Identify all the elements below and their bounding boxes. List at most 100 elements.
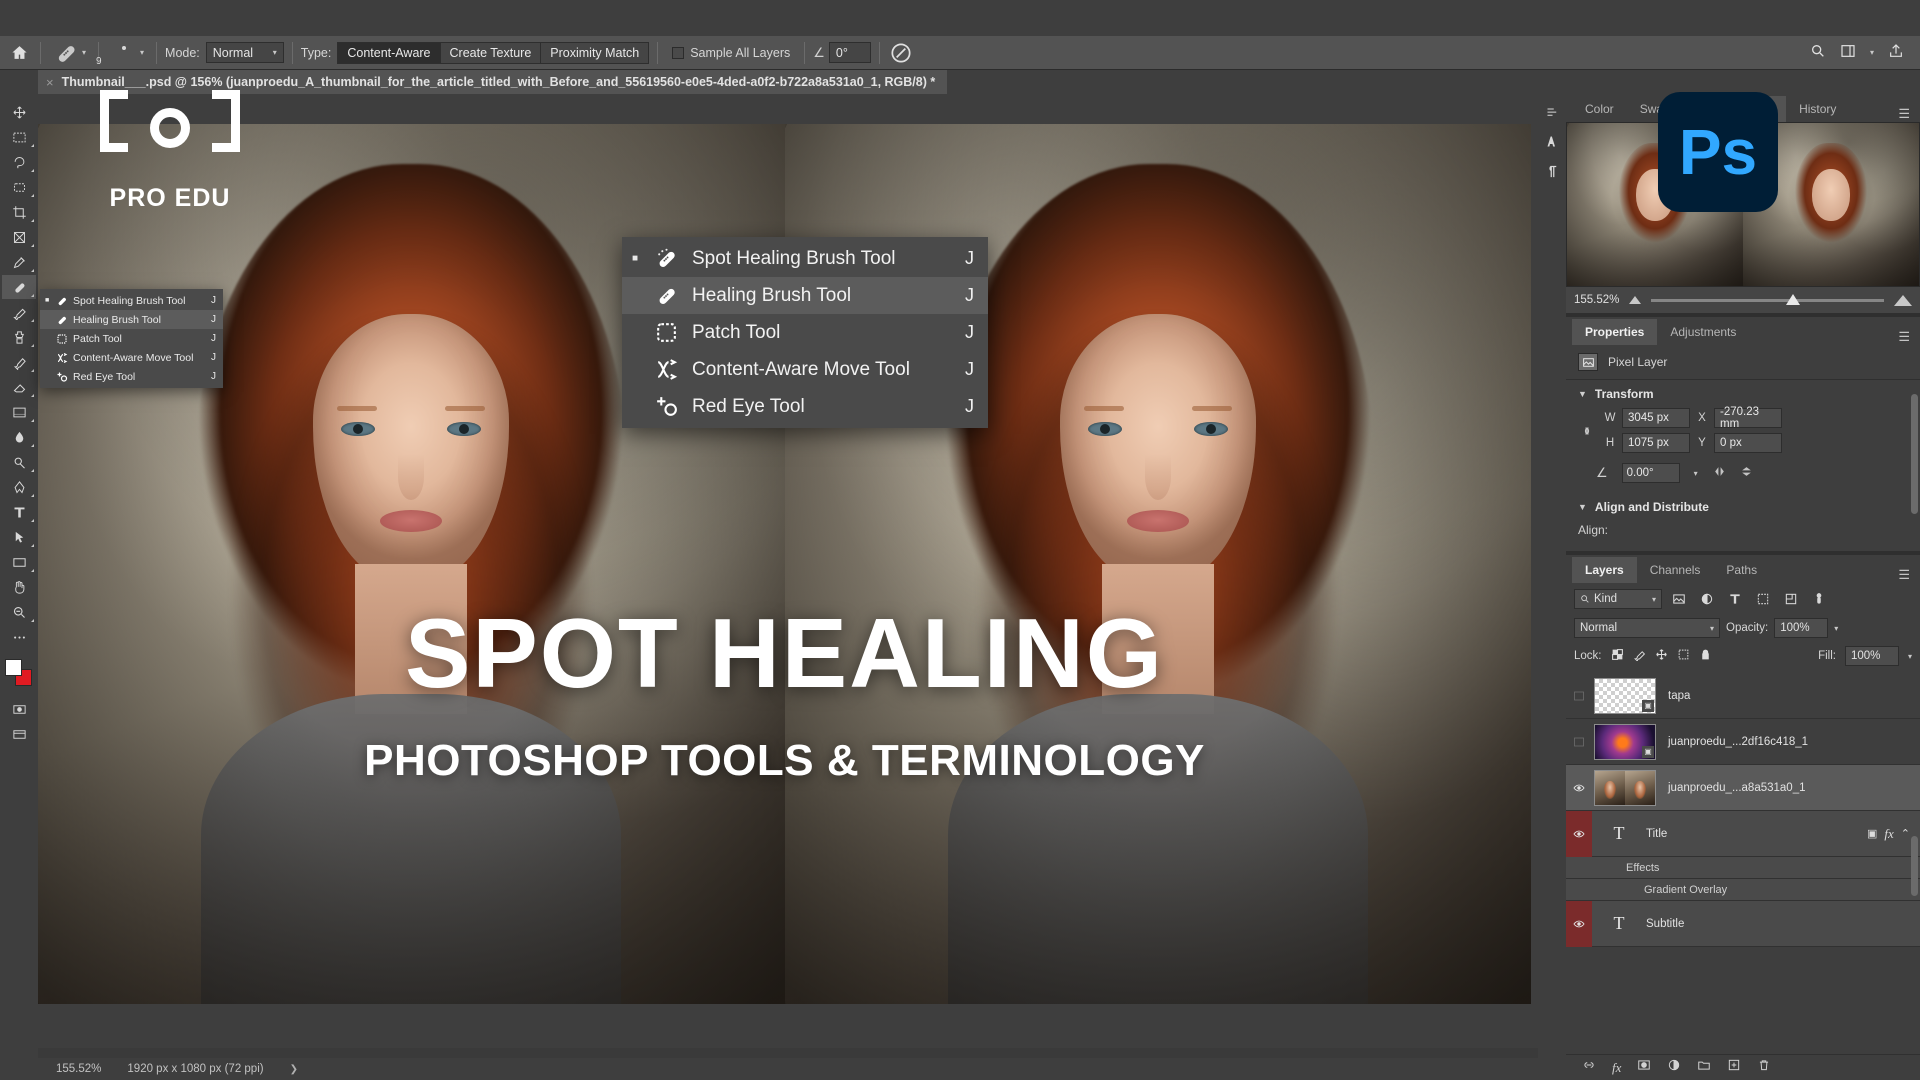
y-input[interactable]: 0 px	[1714, 433, 1782, 453]
character-panel-icon[interactable]	[1540, 130, 1564, 152]
menu-item-red-eye-tool[interactable]: Red Eye Tool J	[622, 388, 988, 425]
flip-vertical-icon[interactable]	[1739, 465, 1754, 481]
tab-adjustments[interactable]: Adjustments	[1657, 319, 1749, 345]
fx-icon[interactable]: fx	[1884, 826, 1893, 842]
layer-thumbnail[interactable]: ▣	[1594, 678, 1656, 714]
chevron-right-icon[interactable]: ❯	[290, 1064, 298, 1075]
new-group-icon[interactable]	[1697, 1058, 1711, 1077]
type-option-content-aware[interactable]: Content-Aware	[337, 42, 439, 64]
add-mask-icon[interactable]	[1637, 1058, 1651, 1077]
toolbar-menu-item-healing-brush-tool[interactable]: Healing Brush Tool J	[40, 310, 223, 329]
brush-size-picker[interactable]: ▾	[107, 41, 148, 65]
effects-group-label[interactable]: Effects	[1566, 857, 1920, 879]
effect-item[interactable]: Gradient Overlay	[1566, 879, 1920, 901]
edit-toolbar-button[interactable]	[2, 625, 36, 649]
tab-paths[interactable]: Paths	[1713, 557, 1770, 583]
table-row[interactable]: juanproedu_...a8a531a0_1	[1566, 765, 1920, 811]
layer-blend-mode-select[interactable]: Normal ▾	[1574, 618, 1720, 638]
lock-all-icon[interactable]	[1699, 648, 1712, 664]
panel-menu-icon[interactable]: ☰	[1898, 567, 1920, 583]
zoom-slider[interactable]	[1651, 299, 1884, 302]
flip-horizontal-icon[interactable]	[1712, 465, 1727, 481]
sidebar-item-blur-tool[interactable]	[2, 425, 36, 449]
w-input[interactable]: 3045 px	[1622, 408, 1690, 428]
zoom-slider-handle[interactable]	[1786, 294, 1800, 305]
layer-name[interactable]: Title	[1646, 828, 1867, 840]
sidebar-item-clone-stamp-tool[interactable]	[2, 325, 36, 349]
layer-name[interactable]: juanproedu_...a8a531a0_1	[1668, 782, 1920, 794]
x-input[interactable]: -270.23 mm	[1714, 408, 1782, 428]
filter-adjustment-icon[interactable]	[1696, 589, 1718, 609]
sidebar-item-zoom-tool[interactable]	[2, 600, 36, 624]
sidebar-item-marquee-tool[interactable]	[2, 125, 36, 149]
filter-kind-select[interactable]: Kind ▾	[1574, 589, 1662, 609]
filter-smart-object-icon[interactable]	[1780, 589, 1802, 609]
sidebar-item-brush-tool[interactable]	[2, 300, 36, 324]
color-swatches[interactable]	[4, 658, 34, 688]
link-icon[interactable]: ▣	[1867, 827, 1877, 840]
toolbar-menu-item-content-aware-move-tool[interactable]: Content-Aware Move Tool J	[40, 348, 223, 367]
chevron-up-icon[interactable]: ⌃	[1901, 827, 1910, 840]
close-icon[interactable]: ×	[46, 75, 54, 90]
sidebar-item-frame-tool[interactable]	[2, 225, 36, 249]
menu-item-spot-healing-brush-tool[interactable]: ■ Spot Healing Brush Tool J	[622, 240, 988, 277]
sidebar-item-object-selection-tool[interactable]	[2, 175, 36, 199]
layer-name[interactable]: tapa	[1668, 690, 1920, 702]
adjustment-layer-icon[interactable]	[1667, 1058, 1681, 1077]
new-layer-icon[interactable]	[1727, 1058, 1741, 1077]
type-option-proximity-match[interactable]: Proximity Match	[540, 42, 649, 64]
home-icon[interactable]	[6, 41, 32, 65]
filter-type-icon[interactable]	[1724, 589, 1746, 609]
tab-layers[interactable]: Layers	[1572, 557, 1637, 583]
share-icon[interactable]	[1888, 43, 1904, 62]
delete-layer-icon[interactable]	[1757, 1058, 1771, 1077]
table-row[interactable]: ▣ juanproedu_...2df16c418_1	[1566, 719, 1920, 765]
quick-mask-button[interactable]	[2, 697, 36, 721]
menu-item-content-aware-move-tool[interactable]: Content-Aware Move Tool J	[622, 351, 988, 388]
navigator-zoom-value[interactable]: 155.52%	[1574, 294, 1619, 306]
tool-preset-picker[interactable]: ▾	[49, 41, 90, 65]
link-layers-icon[interactable]	[1582, 1058, 1596, 1077]
zoom-out-icon[interactable]	[1629, 296, 1641, 304]
sidebar-item-lasso-tool[interactable]	[2, 150, 36, 174]
chevron-down-icon[interactable]: ▾	[1908, 652, 1912, 661]
zoom-in-icon[interactable]	[1894, 295, 1912, 306]
sidebar-item-pen-tool[interactable]	[2, 475, 36, 499]
layers-scrollbar[interactable]	[1911, 836, 1918, 896]
chevron-down-icon[interactable]: ▾	[82, 48, 86, 57]
foreground-color-swatch[interactable]	[5, 659, 22, 676]
properties-scrollbar[interactable]	[1911, 394, 1918, 514]
link-wh-icon[interactable]	[1578, 422, 1596, 440]
table-row[interactable]: T Title ▣ fx ⌃	[1566, 811, 1920, 857]
tab-history[interactable]: History	[1786, 96, 1849, 122]
chevron-down-icon[interactable]: ▾	[1870, 48, 1874, 57]
visibility-toggle[interactable]	[1566, 901, 1592, 947]
sidebar-item-move-tool[interactable]	[2, 100, 36, 124]
transform-section-header[interactable]: ▼ Transform	[1566, 380, 1920, 408]
lock-transparency-icon[interactable]	[1611, 648, 1624, 664]
panel-menu-icon[interactable]: ☰	[1898, 106, 1920, 122]
brush-angle-field[interactable]: ∠ 0°	[813, 42, 871, 63]
lock-artboard-icon[interactable]	[1677, 648, 1690, 664]
toolbar-menu-item-patch-tool[interactable]: Patch Tool J	[40, 329, 223, 348]
filter-toggle-icon[interactable]	[1808, 589, 1830, 609]
sidebar-item-path-selection-tool[interactable]	[2, 525, 36, 549]
sidebar-item-gradient-tool[interactable]	[2, 400, 36, 424]
filter-shape-icon[interactable]	[1752, 589, 1774, 609]
layer-thumbnail[interactable]: ▣	[1594, 724, 1656, 760]
sidebar-item-hand-tool[interactable]	[2, 575, 36, 599]
visibility-toggle[interactable]	[1566, 811, 1592, 857]
chevron-down-icon[interactable]: ▾	[140, 48, 144, 57]
panel-menu-icon[interactable]: ☰	[1898, 329, 1920, 345]
menu-item-healing-brush-tool[interactable]: Healing Brush Tool J	[622, 277, 988, 314]
h-input[interactable]: 1075 px	[1622, 433, 1690, 453]
toolbar-menu-item-spot-healing-brush-tool[interactable]: ■ Spot Healing Brush Tool J	[40, 291, 223, 310]
menu-item-patch-tool[interactable]: Patch Tool J	[622, 314, 988, 351]
sidebar-item-rectangle-tool[interactable]	[2, 550, 36, 574]
sample-all-layers-checkbox[interactable]: Sample All Layers	[672, 46, 790, 60]
layer-thumbnail[interactable]	[1594, 770, 1656, 806]
search-icon[interactable]	[1810, 43, 1826, 62]
filter-pixel-icon[interactable]	[1668, 589, 1690, 609]
toolbar-menu-item-red-eye-tool[interactable]: Red Eye Tool J	[40, 367, 223, 386]
opacity-value[interactable]: 100%	[1774, 618, 1828, 638]
